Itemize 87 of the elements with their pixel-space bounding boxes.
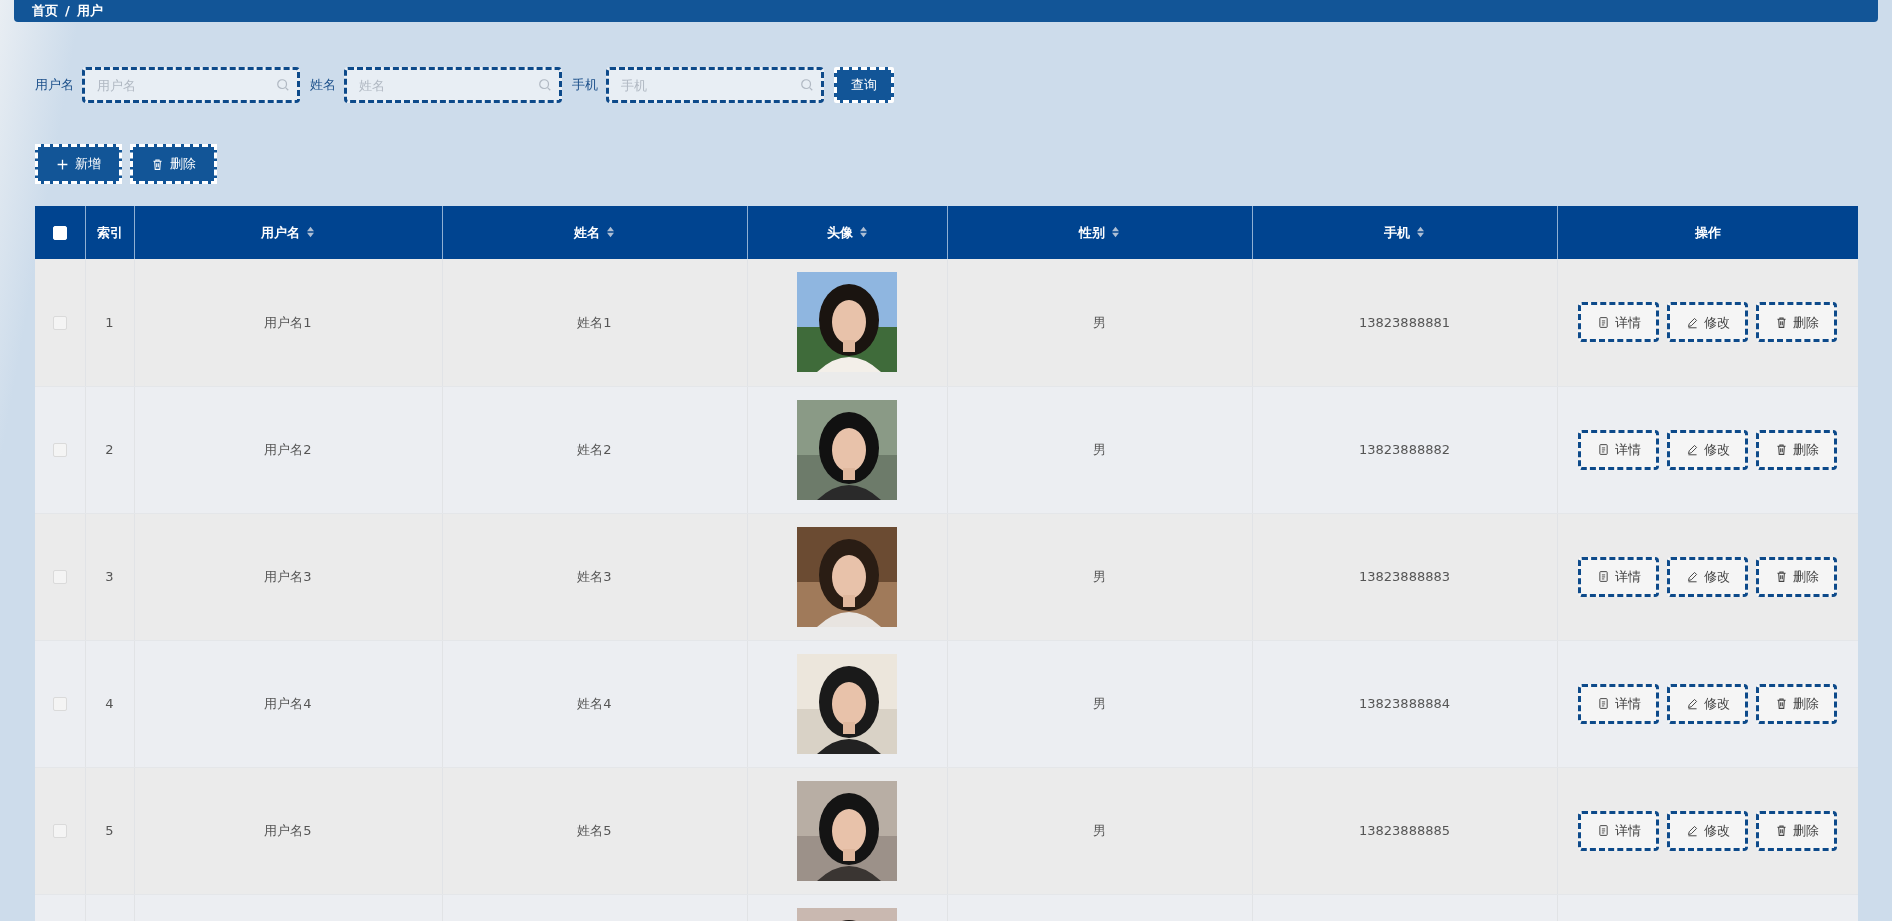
document-icon	[1596, 315, 1610, 329]
edit-button[interactable]: 修改	[1667, 429, 1749, 470]
query-button[interactable]: 查询	[834, 67, 894, 103]
pencil-icon	[1685, 315, 1699, 329]
delete-button[interactable]: 删除	[130, 144, 217, 184]
trash-icon	[1774, 824, 1788, 837]
breadcrumb-link[interactable]: 用户	[76, 3, 103, 18]
plus-icon	[56, 157, 69, 171]
column-header[interactable]: 头像	[747, 206, 947, 259]
table-cell-text: 用户名4	[264, 695, 312, 711]
column-header: 操作	[1557, 206, 1858, 259]
edit-button[interactable]: 修改	[1667, 302, 1749, 343]
table-cell-text: 姓名5	[577, 822, 612, 838]
field-label: 用户名	[35, 76, 74, 95]
search-icon	[800, 78, 814, 92]
sort-icon[interactable]	[1111, 225, 1120, 238]
pencil-icon	[1685, 443, 1699, 456]
table-cell-text: 2	[105, 441, 114, 457]
details-button[interactable]: 详情	[1578, 556, 1660, 597]
table-cell-text: 用户名5	[264, 822, 312, 838]
row-checkbox[interactable]	[52, 824, 67, 839]
document-icon	[1596, 570, 1610, 583]
delete-button[interactable]: 删除	[1756, 810, 1838, 851]
column-header[interactable]: 手机	[1252, 206, 1557, 259]
trash-icon	[1774, 315, 1788, 329]
table-cell-text: 13823888882	[1359, 441, 1450, 457]
table-cell-text: 姓名1	[577, 314, 612, 330]
select-all-checkbox[interactable]	[52, 226, 67, 241]
edit-button[interactable]: 修改	[1667, 556, 1749, 597]
details-button[interactable]: 详情	[1578, 302, 1660, 343]
row-checkbox[interactable]	[52, 570, 67, 585]
trash-icon	[151, 157, 164, 171]
breadcrumb-separator: /	[65, 3, 70, 18]
sort-icon[interactable]	[606, 225, 615, 238]
edit-button[interactable]: 修改	[1667, 683, 1749, 724]
table-cell-text: 13823888884	[1359, 695, 1450, 711]
pencil-icon	[1685, 824, 1699, 837]
sort-icon[interactable]	[858, 225, 868, 238]
table-cell-text: 男	[1093, 568, 1106, 584]
table-cell-text: 男	[1093, 314, 1106, 330]
trash-icon	[1774, 443, 1788, 456]
table-cell-text: 13823888883	[1359, 568, 1450, 584]
trash-icon	[1774, 570, 1788, 583]
document-icon	[1596, 443, 1610, 456]
column-header[interactable]: 性别	[947, 206, 1252, 259]
table-cell-text: 男	[1093, 822, 1106, 838]
column-header: 索引	[85, 206, 134, 259]
add-button[interactable]: 新增	[35, 144, 122, 184]
table-cell-text: 4	[105, 695, 114, 711]
document-icon	[1596, 697, 1610, 710]
field-label: 姓名	[310, 76, 336, 95]
table-cell-text: 姓名2	[577, 441, 612, 457]
search-icon	[276, 78, 290, 92]
sort-icon[interactable]	[306, 225, 315, 238]
delete-button[interactable]: 删除	[1756, 302, 1838, 343]
details-button[interactable]: 详情	[1578, 429, 1660, 470]
table-cell-text: 男	[1093, 441, 1106, 457]
pencil-icon	[1685, 570, 1699, 583]
table-cell-text: 男	[1093, 695, 1106, 711]
details-button[interactable]: 详情	[1578, 683, 1660, 724]
row-checkbox[interactable]	[52, 697, 67, 712]
sort-icon[interactable]	[1416, 225, 1425, 238]
document-icon	[1596, 824, 1610, 837]
table-cell-text: 姓名3	[577, 568, 612, 584]
details-button[interactable]: 详情	[1578, 810, 1660, 851]
row-checkbox[interactable]	[52, 443, 67, 458]
delete-button[interactable]: 删除	[1756, 429, 1838, 470]
table-cell-text: 用户名1	[264, 314, 312, 330]
trash-icon	[1774, 697, 1788, 710]
table-cell-text: 13823888885	[1359, 822, 1450, 838]
table-cell-text: 姓名4	[577, 695, 612, 711]
column-header[interactable]: 用户名	[134, 206, 442, 259]
edit-button[interactable]: 修改	[1667, 810, 1749, 851]
pencil-icon	[1685, 697, 1699, 710]
breadcrumb-link[interactable]: 首页	[32, 3, 58, 18]
row-checkbox[interactable]	[52, 316, 67, 330]
table-cell-text: 13823888881	[1359, 314, 1450, 330]
table-cell-text: 3	[105, 568, 114, 584]
table-cell-text: 5	[105, 822, 114, 838]
table-cell-text: 用户名3	[264, 568, 312, 584]
table-cell-text: 用户名2	[264, 441, 312, 457]
column-header[interactable]: 姓名	[442, 206, 747, 259]
search-icon	[538, 78, 552, 92]
field-label: 手机	[572, 76, 598, 95]
table-cell-text: 1	[105, 314, 114, 330]
delete-button[interactable]: 删除	[1756, 556, 1838, 597]
delete-button[interactable]: 删除	[1756, 683, 1838, 724]
